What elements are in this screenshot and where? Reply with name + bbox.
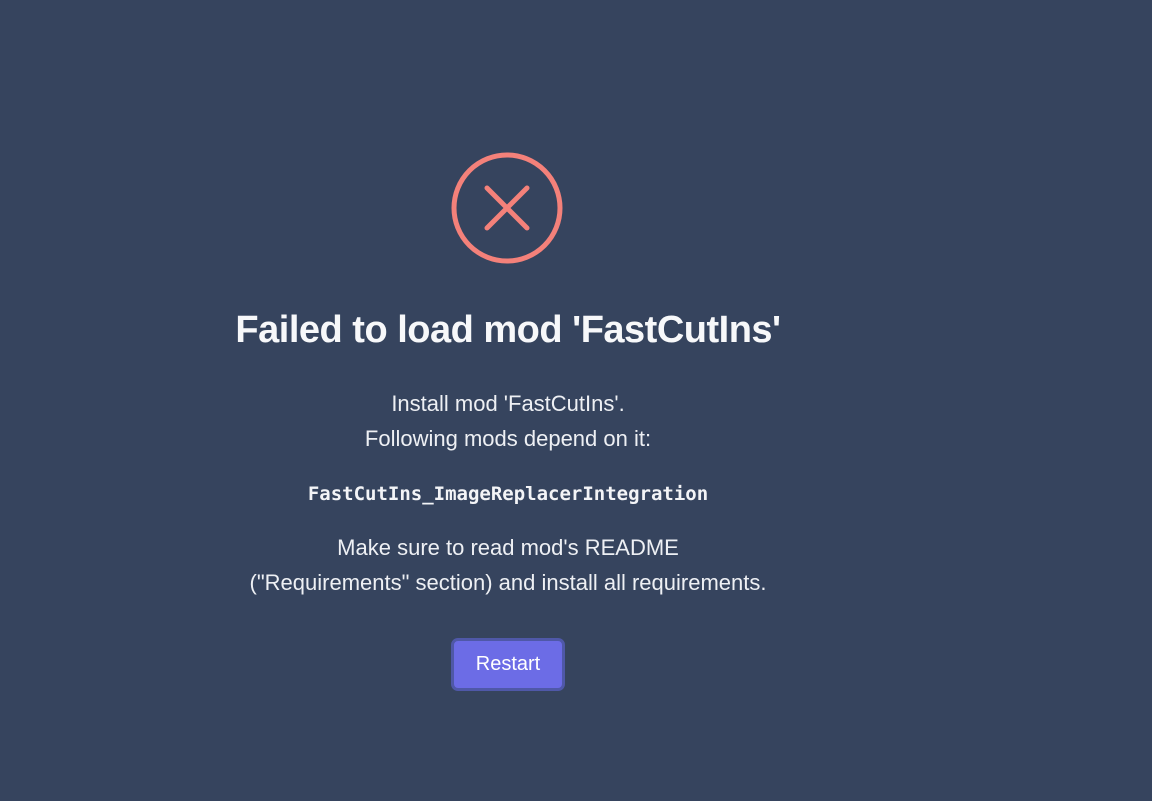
error-message-line-1: Install mod 'FastCutIns'.: [391, 391, 625, 416]
error-panel: Failed to load mod 'FastCutIns' Install …: [0, 0, 1016, 801]
hint-line-1: Make sure to read mod's README: [337, 535, 679, 560]
error-title: Failed to load mod 'FastCutIns': [235, 309, 781, 351]
close-circle-icon: [451, 152, 563, 264]
restart-button[interactable]: Restart: [451, 638, 565, 691]
dependent-mod-name: FastCutIns_ImageReplacerIntegration: [307, 483, 709, 505]
error-message-line-2: Following mods depend on it:: [364, 426, 652, 451]
hint-line-2: ("Requirements" section) and install all…: [249, 570, 767, 595]
